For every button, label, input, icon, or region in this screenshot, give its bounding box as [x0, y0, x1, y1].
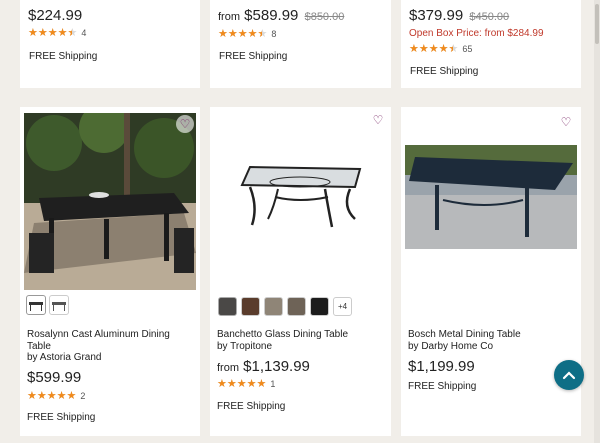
variant-thumb-1[interactable]: [26, 295, 46, 315]
price: from $1,139.99: [217, 358, 310, 375]
price: $1,199.99: [408, 358, 475, 375]
color-swatch-2[interactable]: [241, 297, 260, 316]
price: $379.99 $450.00: [409, 7, 510, 24]
shipping-text: FREE Shipping: [410, 66, 479, 77]
product-card-banchetto[interactable]: ♡ +4 Banchetto Glass Dining Table by Tro…: [210, 107, 391, 436]
shipping-text: FREE Shipping: [219, 51, 288, 62]
patio-table-photo: [24, 113, 196, 290]
product-image[interactable]: [405, 145, 577, 249]
review-count: 4: [81, 28, 87, 38]
product-card-top-3[interactable]: $379.99 $450.00 Open Box Price: from $28…: [401, 0, 581, 88]
product-brand[interactable]: by Darby Home Co: [408, 341, 493, 353]
shipping-text: FREE Shipping: [408, 381, 477, 392]
scrollbar-thumb[interactable]: [595, 4, 599, 44]
scrollbar[interactable]: [594, 0, 600, 443]
shipping-text: FREE Shipping: [29, 51, 98, 62]
star-rating-icon: ★★★★★★★★★★: [27, 390, 77, 402]
original-price: $450.00: [469, 11, 510, 23]
price: $599.99: [27, 369, 82, 386]
table-thumb-icon: [29, 302, 43, 311]
open-box-price: Open Box Price: from $284.99: [409, 28, 544, 39]
product-title[interactable]: Bosch Metal Dining Table: [408, 329, 521, 341]
shipping-text: FREE Shipping: [27, 412, 96, 423]
product-image[interactable]: ♡: [210, 107, 391, 287]
glass-table-photo: [240, 165, 362, 228]
review-count: 8: [271, 29, 277, 39]
table-thumb-icon: [52, 302, 66, 311]
star-rating-icon: ★★★★★★★★★★: [217, 378, 267, 390]
star-rating-icon: ★★★★★★★★★★: [28, 27, 78, 39]
variant-thumb-2[interactable]: [49, 295, 69, 315]
review-count: 2: [80, 391, 86, 401]
rating: ★★★★★★★★★★ 65: [409, 43, 472, 55]
rating: ★★★★★ ★★★★★ 2: [27, 390, 85, 402]
product-card-top-1[interactable]: $224.99 ★★★★★★★★★★ 4 FREE Shipping: [20, 0, 200, 88]
original-price: $850.00: [304, 11, 345, 23]
price: $224.99: [28, 7, 83, 24]
rating: ★★★★★★★★★★ 4: [28, 27, 86, 39]
product-image[interactable]: ♡: [24, 113, 196, 290]
color-swatch-5[interactable]: [310, 297, 329, 316]
heart-icon[interactable]: ♡: [369, 111, 387, 129]
product-brand[interactable]: by Tropitone: [217, 341, 272, 353]
price: from $589.99 $850.00: [218, 7, 345, 24]
product-card-bosch[interactable]: ♡ Bosch Metal Dining Table by Darby Home…: [401, 107, 581, 436]
rating: ★★★★★★★★★★ 8: [218, 28, 276, 40]
rating: ★★★★★ ★★★★★ 1: [217, 378, 275, 390]
metal-table-photo: [405, 145, 577, 249]
review-count: 65: [462, 44, 473, 54]
product-title[interactable]: Rosalynn Cast Aluminum Dining Table: [27, 329, 187, 353]
chevron-up-icon: [562, 371, 576, 380]
product-brand[interactable]: by Astoria Grand: [27, 352, 101, 364]
heart-icon[interactable]: ♡: [176, 115, 194, 133]
scroll-to-top-button[interactable]: [554, 360, 584, 390]
color-swatch-1[interactable]: [218, 297, 237, 316]
color-swatch-4[interactable]: [287, 297, 306, 316]
star-rating-icon: ★★★★★★★★★★: [218, 28, 268, 40]
color-swatch-3[interactable]: [264, 297, 283, 316]
product-card-top-2[interactable]: from $589.99 $850.00 ★★★★★★★★★★ 8 FREE S…: [210, 0, 391, 88]
product-title[interactable]: Banchetto Glass Dining Table: [217, 329, 348, 341]
heart-icon[interactable]: ♡: [557, 113, 575, 131]
more-colors-button[interactable]: +4: [333, 297, 352, 316]
star-rating-icon: ★★★★★★★★★★: [409, 43, 459, 55]
product-card-rosalynn[interactable]: ♡ Rosalynn Cast Aluminum Dining Table by…: [20, 107, 200, 436]
shipping-text: FREE Shipping: [217, 401, 286, 412]
review-count: 1: [270, 379, 276, 389]
